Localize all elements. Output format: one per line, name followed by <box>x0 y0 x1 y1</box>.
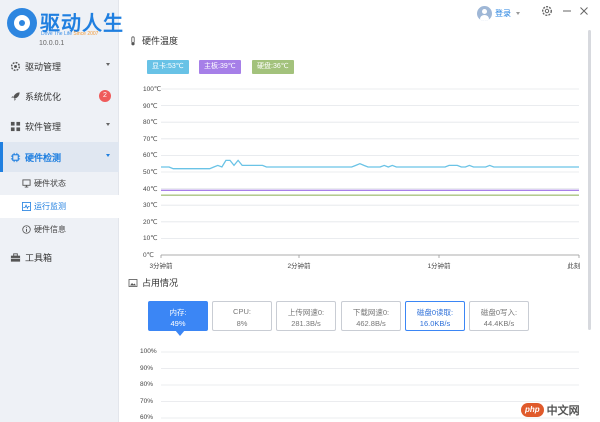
php-logo: php <box>521 403 544 417</box>
watermark-text: 中文网 <box>546 405 580 417</box>
y-tick-label: 90% <box>140 364 154 372</box>
usage-chart-svg <box>161 351 579 419</box>
y-tick-label: 100% <box>140 348 157 355</box>
watermark: php 中文网 <box>521 402 580 418</box>
y-tick-label: 80% <box>140 381 154 388</box>
app-window: 驱动人生 Drive The Life Since 2007 10.0.0.1 … <box>0 0 600 422</box>
y-tick-label: 70% <box>140 397 154 405</box>
y-tick-label: 60% <box>140 414 154 421</box>
